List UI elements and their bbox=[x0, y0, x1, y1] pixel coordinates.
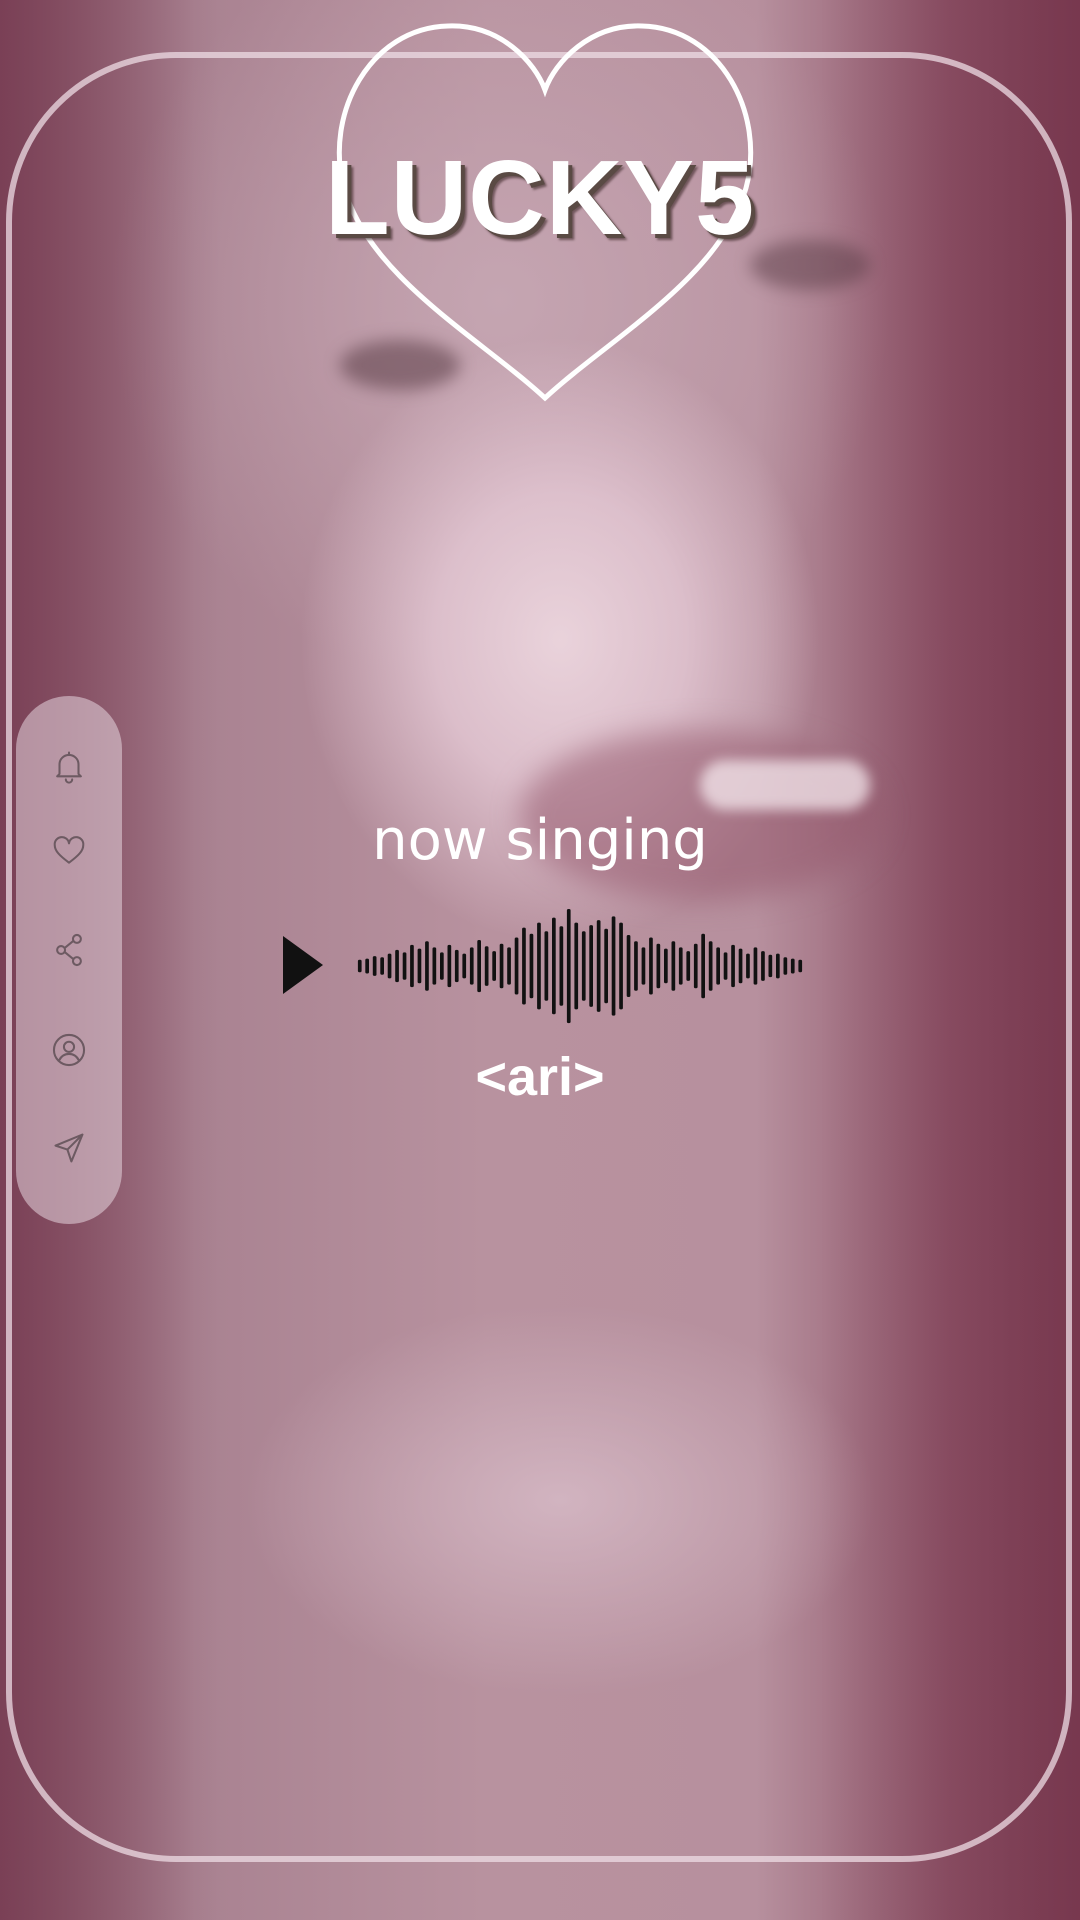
waveform-bar bbox=[611, 916, 616, 1016]
waveform-bar bbox=[552, 917, 556, 1015]
waveform-bar bbox=[559, 926, 564, 1006]
waveform-bar bbox=[678, 947, 683, 985]
waveform-bar bbox=[365, 958, 369, 974]
waveform-bar bbox=[380, 957, 384, 975]
waveform-bar bbox=[432, 947, 437, 985]
waveform-bar bbox=[761, 951, 765, 981]
waveform-bar bbox=[425, 941, 429, 991]
waveform-bar bbox=[626, 935, 631, 997]
waveform-bar bbox=[790, 958, 795, 974]
share-icon[interactable] bbox=[45, 926, 93, 974]
waveform-bar bbox=[462, 953, 467, 979]
waveform-bar bbox=[417, 948, 422, 984]
waveform-bar bbox=[395, 949, 399, 983]
app-title: LUCKY5 bbox=[324, 139, 756, 257]
waveform-bar bbox=[693, 943, 698, 989]
side-action-rail bbox=[16, 696, 122, 1224]
now-singing-label: now singing bbox=[372, 808, 708, 873]
waveform-bar bbox=[402, 952, 407, 980]
waveform-bar bbox=[469, 947, 474, 985]
waveform-bar bbox=[589, 925, 593, 1007]
send-icon[interactable] bbox=[45, 1124, 93, 1172]
play-icon[interactable] bbox=[283, 936, 323, 994]
waveform-bar bbox=[798, 959, 803, 973]
waveform-bar bbox=[566, 909, 571, 1024]
waveform-bar bbox=[664, 948, 668, 984]
waveform-bar bbox=[574, 922, 579, 1010]
waveform-bar bbox=[514, 937, 519, 995]
waveform-bar bbox=[768, 954, 773, 978]
waveform-bar bbox=[596, 920, 601, 1012]
waveform-bar bbox=[492, 951, 496, 981]
waveform-bar bbox=[753, 947, 758, 985]
waveform-bar bbox=[619, 922, 623, 1010]
waveform-bar bbox=[716, 947, 720, 985]
waveform-bar bbox=[634, 941, 638, 991]
waveform-bar bbox=[783, 957, 788, 975]
waveform-bar bbox=[604, 928, 608, 1004]
audio-waveform bbox=[357, 909, 803, 1024]
waveform-bar bbox=[537, 922, 541, 1010]
waveform-bar bbox=[671, 941, 676, 991]
waveform-bar bbox=[440, 952, 444, 980]
waveform-bar bbox=[447, 944, 452, 988]
waveform-bar bbox=[686, 951, 691, 981]
waveform-bar bbox=[499, 943, 504, 989]
waveform-bar bbox=[701, 933, 705, 999]
waveform-bar bbox=[738, 948, 743, 984]
waveform-bar bbox=[581, 931, 586, 1001]
waveform-bar bbox=[529, 933, 534, 999]
waveform-bar bbox=[357, 959, 362, 973]
waveform-bar bbox=[708, 941, 713, 991]
waveform-bar bbox=[484, 946, 489, 986]
waveform-bar bbox=[507, 947, 511, 985]
artist-name: <ari> bbox=[475, 1047, 605, 1107]
waveform-bar bbox=[522, 927, 526, 1005]
waveform-bar bbox=[454, 949, 459, 983]
waveform-bar bbox=[477, 940, 481, 993]
waveform-bar bbox=[410, 944, 414, 988]
waveform-bar bbox=[372, 956, 377, 976]
waveform-bar bbox=[544, 931, 549, 1001]
waveform-bar bbox=[776, 953, 780, 979]
waveform-bar bbox=[731, 944, 735, 988]
waveform-bar bbox=[723, 952, 728, 980]
waveform-bar bbox=[387, 953, 392, 979]
waveform-bar bbox=[649, 937, 653, 995]
waveform-bar bbox=[656, 943, 661, 989]
waveform-bar bbox=[641, 947, 646, 985]
waveform-bar bbox=[746, 953, 750, 979]
bell-icon[interactable] bbox=[45, 742, 93, 790]
